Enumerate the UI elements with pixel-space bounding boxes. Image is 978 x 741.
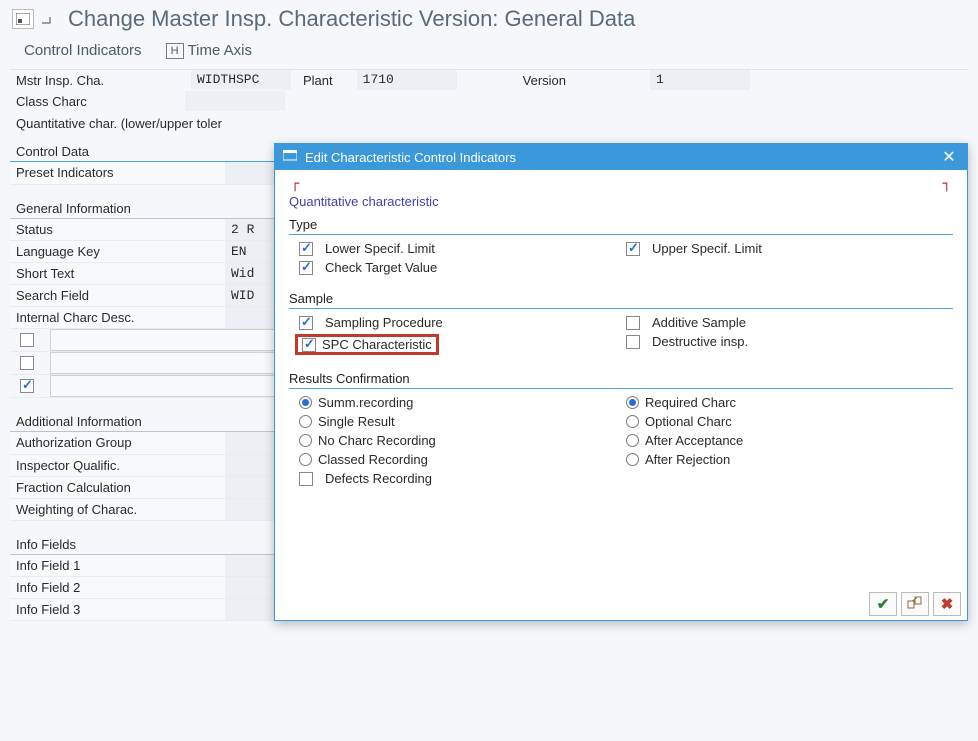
internal-desc-label: Internal Charc Desc. (10, 307, 225, 329)
control-indicators-dialog: Edit Characteristic Control Indicators ✕… (274, 143, 968, 621)
dialog-title: Edit Characteristic Control Indicators (305, 150, 516, 165)
summ-recording-label: Summ.recording (318, 395, 413, 410)
propose-icon (907, 595, 923, 613)
lower-spec-limit-check[interactable] (299, 242, 313, 256)
no-charc-recording-radio[interactable] (299, 434, 312, 447)
required-charc-radio[interactable] (626, 396, 639, 409)
class-charc-row: Class Charc (10, 90, 968, 112)
time-axis-icon: H (166, 43, 184, 59)
class-charc-value[interactable] (185, 91, 285, 111)
app-icon[interactable] (12, 9, 34, 29)
upper-spec-limit-label: Upper Specif. Limit (652, 241, 762, 256)
after-acceptance-radio[interactable] (626, 434, 639, 447)
header-fields: Mstr Insp. Cha. WIDTHSPC Plant 1710 Vers… (10, 69, 968, 90)
optional-charc-radio[interactable] (626, 415, 639, 428)
dialog-propose-button[interactable] (901, 592, 929, 616)
info-field-1-label: Info Field 1 (10, 555, 225, 577)
lower-spec-limit-label: Lower Specif. Limit (325, 241, 435, 256)
classed-recording-radio[interactable] (299, 453, 312, 466)
mstr-insp-cha-label: Mstr Insp. Cha. (10, 71, 185, 90)
tab-time-axis[interactable]: H Time Axis (166, 42, 252, 59)
fraction-calc-label: Fraction Calculation (10, 476, 225, 498)
dialog-titlebar[interactable]: Edit Characteristic Control Indicators ✕ (275, 144, 967, 170)
dialog-cancel-button[interactable]: ✖ (933, 592, 961, 616)
mstr-insp-cha-value[interactable]: WIDTHSPC (191, 70, 291, 90)
dialog-icon (283, 150, 299, 164)
spc-characteristic-label: SPC Characteristic (322, 337, 432, 352)
quantitative-char-label: Quantitative char. (lower/upper toler (10, 114, 228, 133)
sampling-procedure-check[interactable] (299, 316, 313, 330)
check-icon: ✔ (877, 595, 890, 613)
quantitative-char-row: Quantitative char. (lower/upper toler (10, 112, 968, 134)
class-charc-label: Class Charc (10, 92, 185, 111)
weighting-label: Weighting of Charac. (10, 498, 225, 520)
classed-recording-label: Classed Recording (318, 452, 428, 467)
version-value[interactable]: 1 (650, 70, 750, 90)
preset-indicators-label: Preset Indicators (10, 162, 225, 184)
page-title: Change Master Insp. Characteristic Versi… (68, 6, 635, 32)
sample-group-head: Sample (289, 289, 953, 309)
version-label: Version (463, 73, 584, 88)
destructive-insp-check[interactable] (626, 335, 640, 349)
spc-characteristic-check[interactable] (302, 338, 316, 352)
inspector-qualific-label: Inspector Qualific. (10, 454, 225, 476)
sample-drawing-check[interactable] (20, 356, 34, 370)
dropdown-icon[interactable] (42, 13, 54, 25)
single-result-label: Single Result (318, 414, 395, 429)
dialog-accept-button[interactable]: ✔ (869, 592, 897, 616)
dialog-footer: ✔ ✖ (275, 588, 967, 620)
single-result-radio[interactable] (299, 415, 312, 428)
after-rejection-radio[interactable] (626, 453, 639, 466)
results-group-head: Results Confirmation (289, 369, 953, 389)
page-header: Change Master Insp. Characteristic Versi… (0, 0, 978, 36)
corner-marker-tr: ┐ (943, 176, 951, 192)
dialog-close-button[interactable]: ✕ (939, 148, 959, 166)
cancel-icon: ✖ (941, 595, 954, 613)
defects-recording-check[interactable] (299, 472, 313, 486)
toolbar: Control Indicators H Time Axis (0, 36, 978, 69)
check-target-value-check[interactable] (299, 261, 313, 275)
info-field-3-label: Info Field 3 (10, 599, 225, 621)
required-charc-label: Required Charc (645, 395, 736, 410)
status-label: Status (10, 219, 225, 241)
short-text-label: Short Text (10, 263, 225, 285)
plant-label: Plant (297, 73, 351, 88)
after-acceptance-label: After Acceptance (645, 433, 743, 448)
spc-characteristic-highlight: SPC Characteristic (295, 334, 439, 355)
quantitative-heading: Quantitative characteristic (289, 192, 953, 213)
quantitative-data-check[interactable] (20, 379, 34, 393)
dialog-body: ┌ ┐ Quantitative characteristic Type Low… (275, 170, 967, 588)
no-charc-recording-label: No Charc Recording (318, 433, 436, 448)
corner-marker-tl: ┌ (291, 176, 299, 192)
additive-sample-check[interactable] (626, 316, 640, 330)
destructive-insp-label: Destructive insp. (652, 334, 748, 349)
other-languages-check[interactable] (20, 333, 34, 347)
upper-spec-limit-check[interactable] (626, 242, 640, 256)
tab-control-indicators[interactable]: Control Indicators (24, 42, 142, 59)
language-key-label: Language Key (10, 241, 225, 263)
summ-recording-radio[interactable] (299, 396, 312, 409)
check-target-value-label: Check Target Value (325, 260, 437, 275)
additive-sample-label: Additive Sample (652, 315, 746, 330)
optional-charc-label: Optional Charc (645, 414, 732, 429)
sampling-procedure-label: Sampling Procedure (325, 315, 443, 330)
info-field-2-label: Info Field 2 (10, 577, 225, 599)
defects-recording-label: Defects Recording (325, 471, 432, 486)
auth-group-label: Authorization Group (10, 432, 225, 454)
plant-value[interactable]: 1710 (357, 70, 457, 90)
type-group-head: Type (289, 215, 953, 235)
after-rejection-label: After Rejection (645, 452, 730, 467)
search-field-label: Search Field (10, 285, 225, 307)
